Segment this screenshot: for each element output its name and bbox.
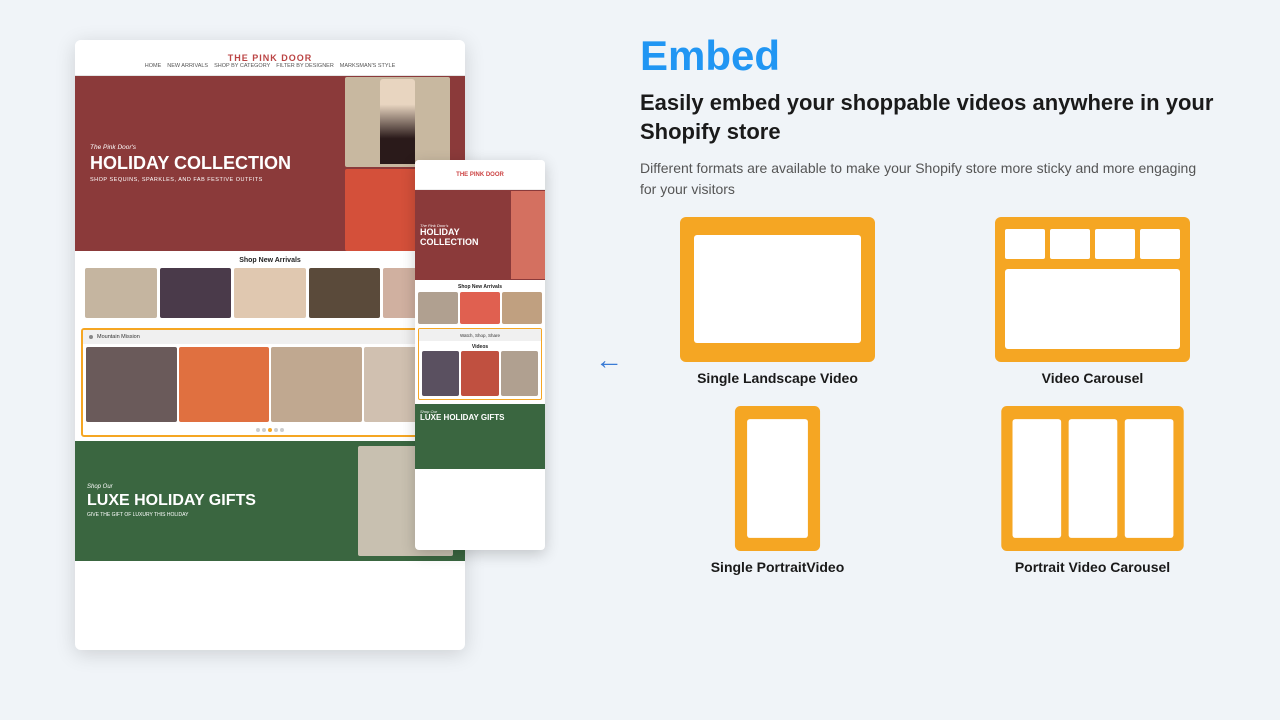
arrow-icon: ← bbox=[595, 344, 623, 376]
vc-video-3 bbox=[271, 347, 362, 422]
landscape-video-label: Single Landscape Video bbox=[697, 370, 858, 386]
carousel-video-icon bbox=[995, 217, 1190, 362]
ov-holiday-banner: Shop Our LUXE HOLIDAY GIFTS bbox=[415, 404, 545, 469]
ov-videos-grid bbox=[419, 351, 541, 399]
landscape-video-icon bbox=[680, 217, 875, 362]
main-screenshot: THE PINK DOOR HOME NEW ARRIVALS SHOP BY … bbox=[75, 40, 465, 650]
format-card-portrait-carousel: Portrait Video Carousel bbox=[955, 406, 1230, 575]
ov-vid-1 bbox=[422, 351, 459, 396]
video-carousel-section: Mountain Mission bbox=[81, 328, 459, 437]
ov-watch-section: Watch, Shop, Share Videos bbox=[418, 328, 542, 400]
vc-dots bbox=[83, 425, 457, 435]
vc-video-2 bbox=[179, 347, 270, 422]
ov-hero-text: The Pink Door's HOLIDAY COLLECTION bbox=[415, 218, 511, 253]
portrait-video-icon bbox=[680, 406, 875, 551]
vc-header: Mountain Mission bbox=[83, 330, 457, 344]
vc-dot-5 bbox=[280, 428, 284, 432]
format-card-landscape: Single Landscape Video bbox=[640, 217, 915, 386]
vc-dot-4 bbox=[274, 428, 278, 432]
right-panel: Embed Easily embed your shoppable videos… bbox=[560, 0, 1280, 720]
product-thumb-1 bbox=[85, 268, 157, 318]
product-thumb-4 bbox=[309, 268, 381, 318]
embed-description: Different formats are available to make … bbox=[640, 158, 1200, 200]
ov-nav: THE PINK DOOR bbox=[415, 160, 545, 190]
portrait-video-label: Single Portrait​Video bbox=[711, 559, 845, 575]
portrait-carousel-label: Portrait Video Carousel bbox=[1015, 559, 1170, 575]
ov-hero: The Pink Door's HOLIDAY COLLECTION bbox=[415, 190, 545, 280]
carousel-video-label: Video Carousel bbox=[1042, 370, 1144, 386]
formats-grid: Single Landscape Video Video Carousel bbox=[640, 217, 1230, 575]
products-section: Shop New Arrivals bbox=[75, 251, 465, 324]
ov-product-3 bbox=[502, 292, 542, 324]
site-logo: THE PINK DOOR bbox=[228, 53, 313, 63]
ov-watch-header: Watch, Shop, Share bbox=[419, 329, 541, 341]
hero-banner: The Pink Door's HOLIDAY COLLECTION SHOP … bbox=[75, 76, 465, 251]
ov-vid-2 bbox=[461, 351, 498, 396]
ov-logo: THE PINK DOOR bbox=[456, 172, 504, 178]
screenshot-container: THE PINK DOOR HOME NEW ARRIVALS SHOP BY … bbox=[75, 40, 485, 680]
page-title: Embed bbox=[640, 35, 1230, 77]
vc-dot-1 bbox=[256, 428, 260, 432]
holiday-text: Shop Our LUXE HOLIDAY GIFTS GIVE THE GIF… bbox=[87, 484, 350, 519]
left-panel: THE PINK DOOR HOME NEW ARRIVALS SHOP BY … bbox=[0, 0, 560, 720]
overlay-screenshot: THE PINK DOOR The Pink Door's HOLIDAY CO… bbox=[415, 160, 545, 550]
hero-image-top bbox=[345, 77, 450, 167]
ov-product-2 bbox=[460, 292, 500, 324]
product-thumb-3 bbox=[234, 268, 306, 318]
portrait-carousel-icon bbox=[995, 406, 1190, 551]
embed-subtitle: Easily embed your shoppable videos anywh… bbox=[640, 89, 1220, 146]
ov-hero-image bbox=[511, 191, 545, 279]
vc-videos bbox=[83, 344, 457, 425]
nav-links: HOME NEW ARRIVALS SHOP BY CATEGORY FILTE… bbox=[145, 63, 396, 69]
product-thumb-2 bbox=[160, 268, 232, 318]
ov-product-1 bbox=[418, 292, 458, 324]
holiday-banner: Shop Our LUXE HOLIDAY GIFTS GIVE THE GIF… bbox=[75, 441, 465, 561]
format-card-portrait: Single Portrait​Video bbox=[640, 406, 915, 575]
vc-dot-3-active bbox=[268, 428, 272, 432]
ov-vid-3 bbox=[501, 351, 538, 396]
vc-header-dot bbox=[89, 335, 93, 339]
vc-dot-2 bbox=[262, 428, 266, 432]
site-nav-bar: THE PINK DOOR HOME NEW ARRIVALS SHOP BY … bbox=[75, 40, 465, 76]
ov-products bbox=[415, 292, 545, 324]
products-grid bbox=[85, 268, 455, 318]
vc-video-1 bbox=[86, 347, 177, 422]
format-card-carousel: Video Carousel bbox=[955, 217, 1230, 386]
person-silhouette bbox=[380, 79, 415, 164]
hero-text: The Pink Door's HOLIDAY COLLECTION SHOP … bbox=[90, 144, 335, 184]
